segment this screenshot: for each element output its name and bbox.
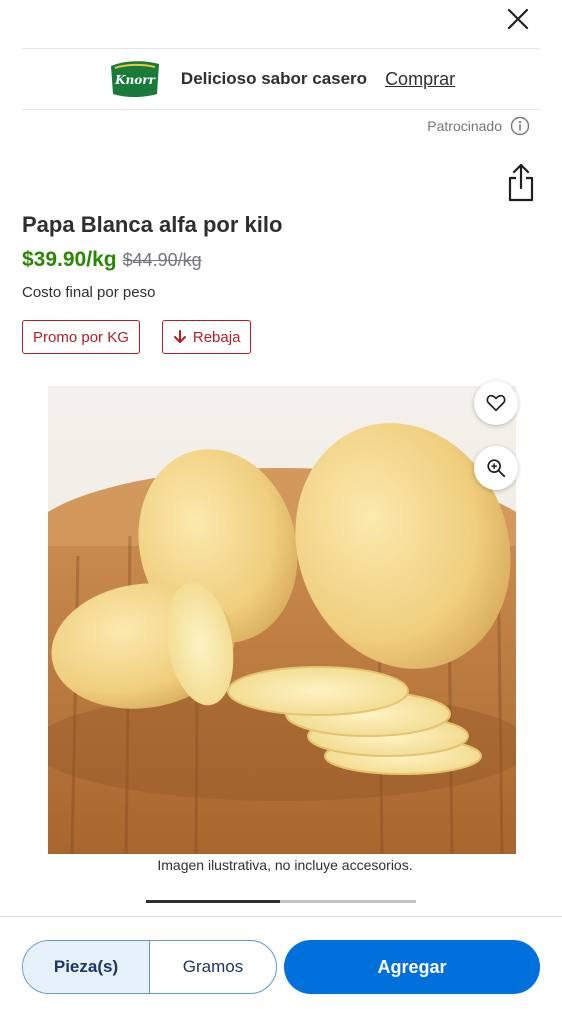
sponsored-text: Patrocinado bbox=[427, 118, 502, 134]
image-caption: Imagen ilustrativa, no incluye accesorio… bbox=[157, 857, 413, 873]
bottom-action-bar: Pieza(s) Gramos Agregar bbox=[0, 916, 562, 1024]
close-button[interactable] bbox=[498, 4, 538, 34]
svg-text:Knorr: Knorr bbox=[114, 73, 156, 87]
banner-shop-link[interactable]: Comprar bbox=[385, 69, 455, 90]
product-image[interactable] bbox=[48, 386, 516, 854]
promo-tag: Promo por KG bbox=[22, 320, 140, 354]
product-detail-page: Knorr Delicioso sabor casero Comprar Pat… bbox=[0, 0, 562, 1024]
arrow-down-icon bbox=[173, 330, 186, 343]
unit-option-grams[interactable]: Gramos bbox=[150, 941, 276, 993]
zoom-in-icon bbox=[487, 459, 506, 478]
current-price: $39.90/kg bbox=[22, 248, 117, 271]
zoom-button[interactable] bbox=[474, 446, 518, 490]
sale-tag-label: Rebaja bbox=[192, 328, 241, 346]
promo-tags: Promo por KG Rebaja bbox=[22, 320, 252, 354]
promo-tag-label: Promo por KG bbox=[33, 328, 129, 346]
unit-toggle: Pieza(s) Gramos bbox=[22, 940, 277, 994]
unit-option-pieces[interactable]: Pieza(s) bbox=[23, 941, 150, 993]
potato-illustration bbox=[48, 386, 516, 854]
share-icon bbox=[508, 163, 534, 202]
sponsored-label[interactable]: Patrocinado bbox=[427, 116, 530, 136]
favorite-button[interactable] bbox=[474, 381, 518, 425]
share-button[interactable] bbox=[506, 162, 536, 204]
info-icon[interactable] bbox=[510, 116, 530, 136]
add-to-cart-button[interactable]: Agregar bbox=[284, 940, 540, 994]
original-price: $44.90/kg bbox=[122, 250, 202, 270]
carousel-indicator-thumb bbox=[146, 900, 280, 903]
price-note: Costo final por peso bbox=[22, 284, 156, 301]
product-title: Papa Blanca alfa por kilo bbox=[22, 212, 283, 237]
sponsored-banner[interactable]: Knorr Delicioso sabor casero Comprar bbox=[22, 48, 540, 110]
sale-tag: Rebaja bbox=[161, 320, 252, 354]
close-icon bbox=[507, 8, 529, 30]
banner-text: Delicioso sabor casero bbox=[180, 69, 368, 88]
heart-icon bbox=[486, 394, 506, 412]
knorr-logo: Knorr bbox=[110, 61, 159, 97]
carousel-indicator[interactable] bbox=[146, 900, 416, 903]
price-row: $39.90/kg $44.90/kg bbox=[22, 248, 202, 272]
